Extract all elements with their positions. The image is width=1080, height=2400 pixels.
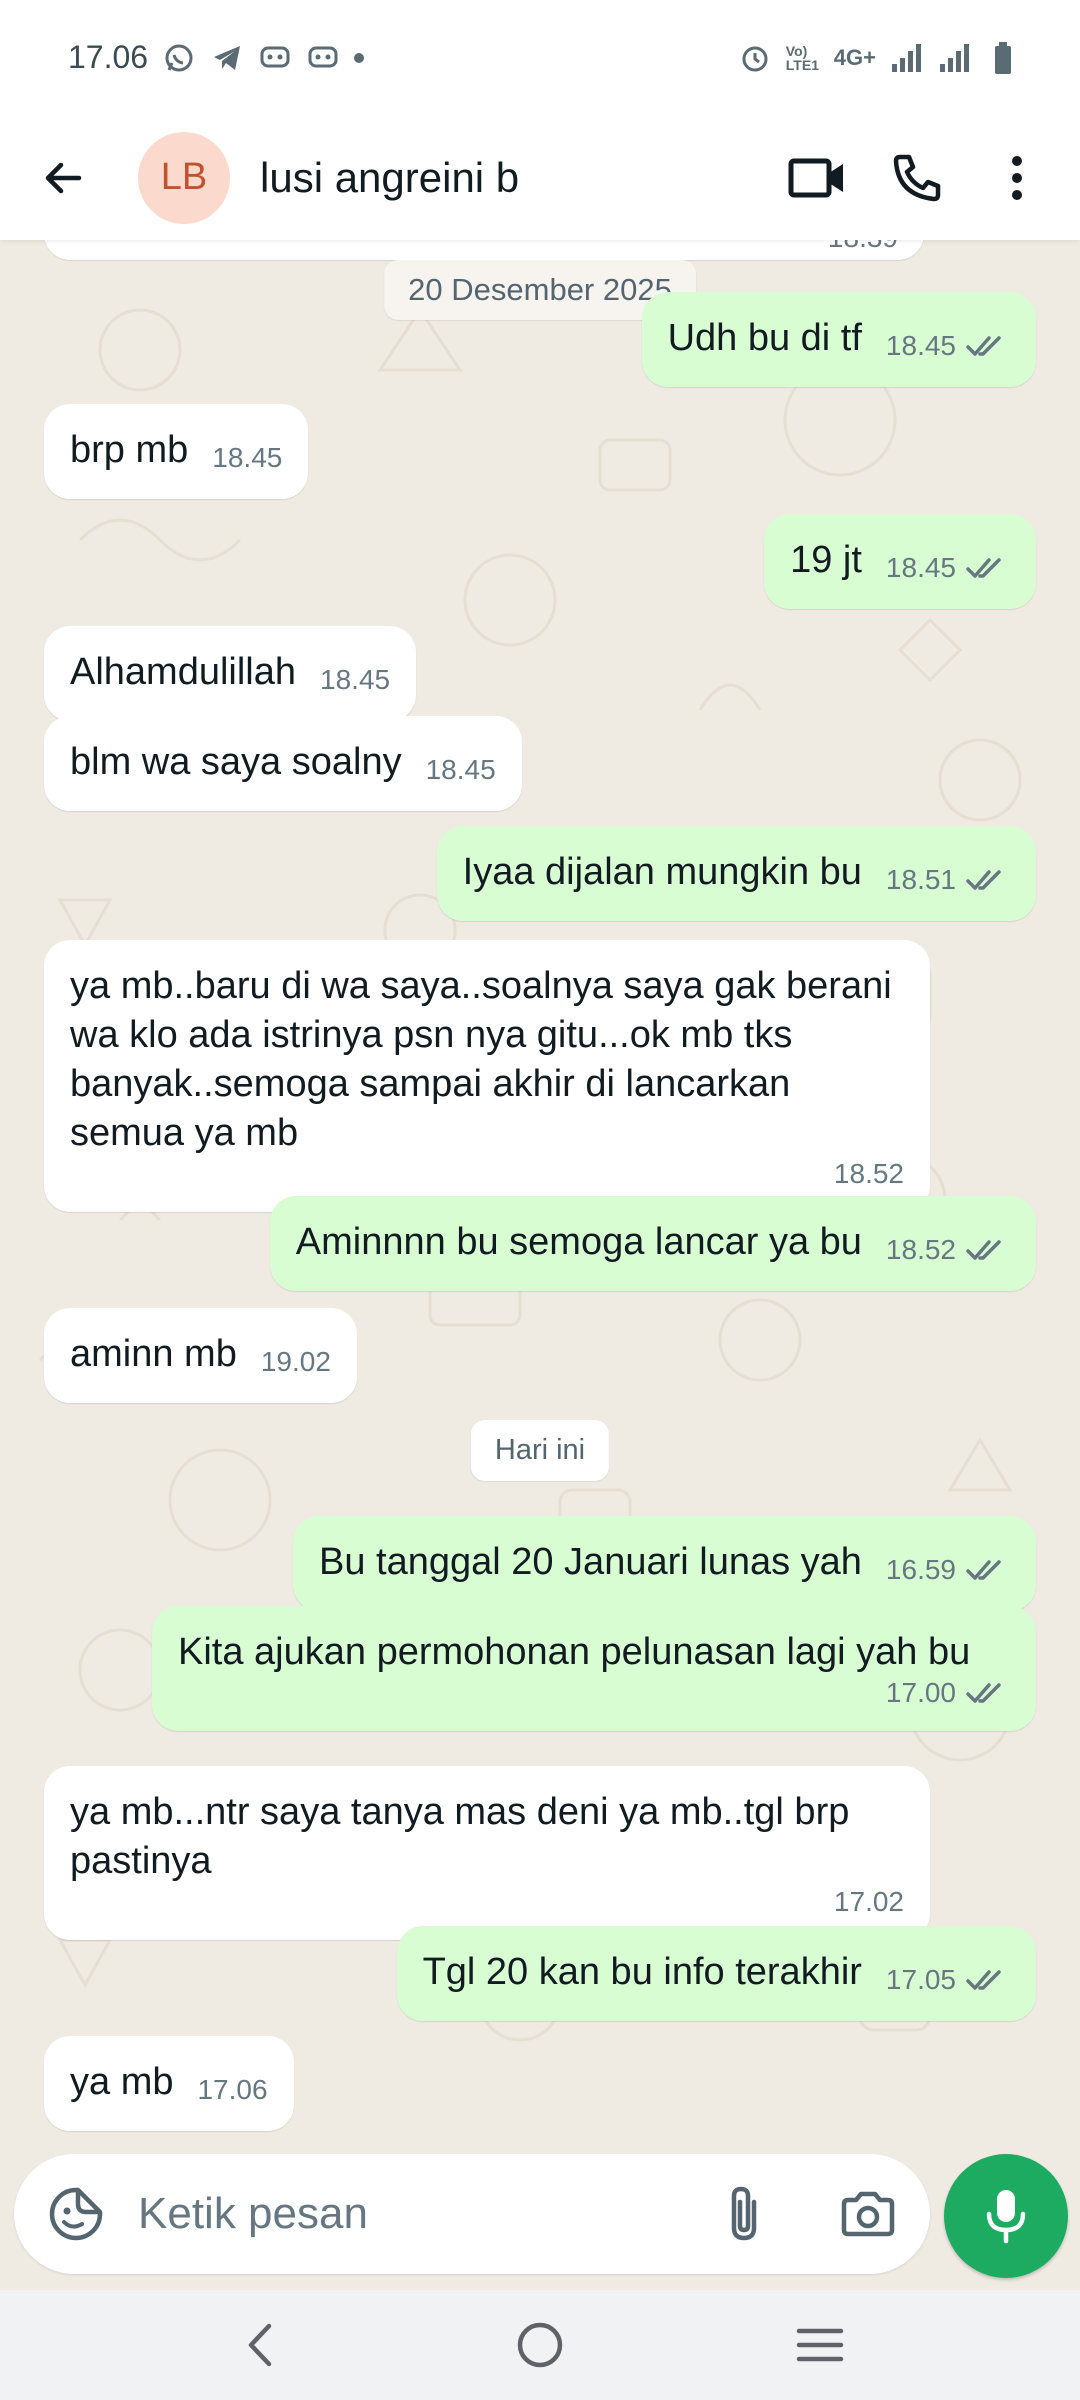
message-text: ya mb..baru di wa saya..soalnya saya gak… xyxy=(70,965,892,1154)
system-navigation-bar xyxy=(0,2290,1080,2400)
message-time: 17.05 xyxy=(885,1964,956,1995)
camera-icon xyxy=(841,2191,895,2237)
status-bar: 17.06 Vo) LTE1 4G+ xyxy=(0,0,1080,115)
message-bubble-incoming-partial[interactable]: 18.39 xyxy=(44,240,924,260)
message-bubble-outgoing[interactable]: 19 jt 18.45 xyxy=(764,514,1036,609)
chat-area[interactable]: 18.39 20 Desember 2025 Udh bu di tf 18.4… xyxy=(0,240,1080,2150)
signal-icon xyxy=(938,41,972,75)
message-time: 18.39 xyxy=(828,240,898,252)
message-time: 18.51 xyxy=(885,864,956,895)
composer xyxy=(14,2154,930,2274)
message-time: 18.45 xyxy=(885,330,956,361)
double-check-read-icon xyxy=(966,1970,1001,1990)
attach-button[interactable] xyxy=(704,2174,784,2254)
message-bubble-outgoing[interactable]: Udh bu di tf 18.45 xyxy=(641,292,1036,387)
camera-button[interactable] xyxy=(828,2174,908,2254)
message-time: 17.02 xyxy=(833,1886,904,1917)
message-text: aminn mb xyxy=(70,1333,237,1375)
message-time: 18.52 xyxy=(833,1158,904,1189)
video-call-button[interactable] xyxy=(774,135,860,221)
battery-icon xyxy=(986,41,1020,75)
more-vertical-icon xyxy=(1012,155,1022,200)
voice-message-button[interactable] xyxy=(944,2154,1068,2278)
message-bubble-incoming[interactable]: ya mb..baru di wa saya..soalnya saya gak… xyxy=(44,940,930,1212)
message-bubble-incoming[interactable]: blm wa saya soalny 18.45 xyxy=(44,716,522,811)
game-notification-icon xyxy=(306,41,340,75)
signal-icon xyxy=(890,41,924,75)
chevron-left-icon xyxy=(248,2323,272,2367)
message-text: blm wa saya soalny xyxy=(70,741,402,783)
message-text: ya mb...ntr saya tanya mas deni ya mb..t… xyxy=(70,1791,850,1882)
double-check-read-icon xyxy=(966,870,1001,890)
network-type-label: 4G+ xyxy=(833,44,876,70)
double-check-read-icon xyxy=(966,336,1001,356)
more-options-button[interactable] xyxy=(974,135,1060,221)
message-time: 18.45 xyxy=(212,442,283,473)
date-separator-today: Hari ini xyxy=(470,1420,610,1481)
message-input[interactable] xyxy=(138,2189,678,2239)
message-text: Alhamdulillah xyxy=(70,651,297,693)
double-check-read-icon xyxy=(966,1560,1001,1580)
double-check-read-icon xyxy=(966,558,1001,578)
message-time: 16.59 xyxy=(885,1554,956,1585)
contact-avatar[interactable]: LB xyxy=(138,131,230,224)
message-text: ya mb xyxy=(70,2061,174,2103)
voice-call-button[interactable] xyxy=(874,135,960,221)
nav-back-button[interactable] xyxy=(215,2300,305,2390)
sticker-icon xyxy=(49,2187,103,2241)
message-bubble-incoming[interactable]: ya mb...ntr saya tanya mas deni ya mb..t… xyxy=(44,1766,930,1940)
recents-menu-icon xyxy=(796,2328,844,2362)
double-check-read-icon xyxy=(966,1683,1001,1703)
message-text: Iyaa dijalan mungkin bu xyxy=(462,851,862,893)
microphone-icon xyxy=(986,2190,1026,2244)
message-bubble-incoming[interactable]: aminn mb 19.02 xyxy=(44,1308,357,1403)
message-time: 18.45 xyxy=(885,552,956,583)
message-bubble-outgoing[interactable]: Iyaa dijalan mungkin bu 18.51 xyxy=(436,826,1036,921)
message-text: Aminnnn bu semoga lancar ya bu xyxy=(295,1221,862,1263)
message-text: Bu tanggal 20 Januari lunas yah xyxy=(318,1541,862,1583)
phone-icon xyxy=(893,154,941,201)
message-input-bar xyxy=(0,2150,1080,2290)
game-notification-icon xyxy=(258,41,292,75)
paperclip-icon xyxy=(731,2186,757,2241)
message-time: 18.52 xyxy=(885,1234,956,1265)
nav-home-button[interactable] xyxy=(495,2300,585,2390)
message-bubble-incoming[interactable]: ya mb 17.06 xyxy=(44,2036,294,2131)
message-text: 19 jt xyxy=(790,539,862,581)
more-notifications-dot-icon xyxy=(354,52,365,63)
volte-label: Vo) LTE1 xyxy=(785,42,819,73)
message-time: 17.06 xyxy=(197,2074,268,2105)
message-time: 18.45 xyxy=(425,754,496,785)
home-circle-icon xyxy=(517,2322,563,2368)
message-text: Udh bu di tf xyxy=(667,317,862,359)
back-button[interactable] xyxy=(28,143,98,213)
nav-recents-button[interactable] xyxy=(775,2300,865,2390)
chat-header: LB lusi angreini b xyxy=(0,115,1080,240)
message-bubble-incoming[interactable]: Alhamdulillah 18.45 xyxy=(44,626,417,721)
contact-name[interactable]: lusi angreini b xyxy=(260,154,519,202)
message-time: 18.45 xyxy=(320,664,391,695)
telegram-notification-icon xyxy=(210,41,244,75)
message-time: 19.02 xyxy=(260,1346,331,1377)
message-bubble-outgoing[interactable]: Kita ajukan permohonan pelunasan lagi ya… xyxy=(152,1606,1036,1731)
double-check-read-icon xyxy=(966,1240,1001,1260)
message-bubble-outgoing[interactable]: Bu tanggal 20 Januari lunas yah 16.59 xyxy=(292,1516,1036,1611)
alarm-icon xyxy=(738,41,772,75)
message-bubble-outgoing[interactable]: Aminnnn bu semoga lancar ya bu 18.52 xyxy=(269,1196,1036,1291)
message-time: 17.00 xyxy=(885,1677,956,1708)
whatsapp-notification-icon xyxy=(162,41,196,75)
message-bubble-incoming[interactable]: brp mb 18.45 xyxy=(44,404,309,499)
sticker-emoji-button[interactable] xyxy=(36,2174,116,2254)
message-bubble-outgoing[interactable]: Tgl 20 kan bu info terakhir 17.05 xyxy=(396,1926,1036,2021)
message-text: Kita ajukan permohonan pelunasan lagi ya… xyxy=(178,1631,971,1673)
message-text: Tgl 20 kan bu info terakhir xyxy=(422,1951,862,1993)
status-time: 17.06 xyxy=(68,39,149,75)
message-text: brp mb xyxy=(70,429,189,471)
arrow-left-icon xyxy=(45,162,82,193)
video-camera-icon xyxy=(788,158,843,197)
